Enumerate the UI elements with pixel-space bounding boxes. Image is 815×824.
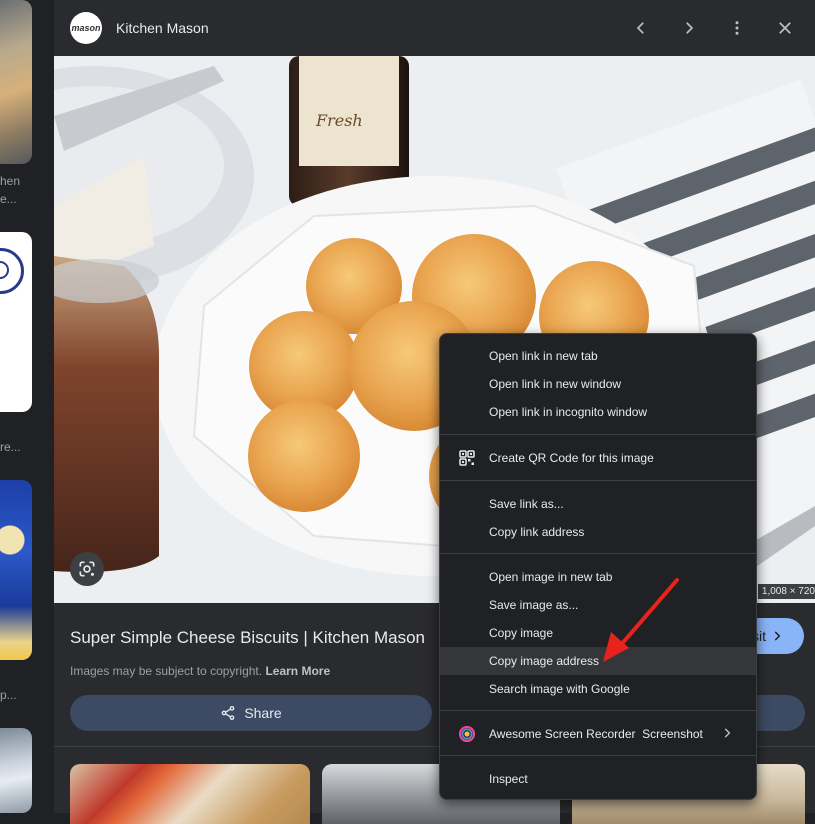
result-thumbnail[interactable] bbox=[0, 480, 32, 660]
more-vert-icon bbox=[735, 21, 739, 35]
result-caption: e... bbox=[0, 192, 17, 206]
menu-item-copy-image[interactable]: Copy image bbox=[440, 619, 756, 647]
result-thumbnail[interactable] bbox=[0, 728, 32, 813]
chevron-right-icon bbox=[774, 631, 781, 641]
share-button[interactable]: Share bbox=[70, 695, 432, 731]
learn-more-link[interactable]: Learn More bbox=[265, 664, 330, 678]
image-dimensions: 1,008 × 720 bbox=[757, 584, 815, 599]
site-icon-text: mason bbox=[71, 23, 101, 33]
menu-item-label: Save link as... bbox=[489, 497, 564, 511]
menu-item-label: Open image in new tab bbox=[489, 570, 613, 584]
result-thumbnail[interactable] bbox=[0, 0, 32, 164]
menu-item-copy-image-address[interactable]: Copy image address bbox=[440, 647, 756, 675]
result-caption: hen bbox=[0, 174, 21, 188]
menu-item-save-image-as[interactable]: Save image as... bbox=[440, 591, 756, 619]
qr-code-icon bbox=[459, 450, 475, 466]
extension-icon bbox=[459, 726, 475, 742]
close-button[interactable] bbox=[771, 14, 799, 42]
share-icon bbox=[221, 706, 235, 720]
result-caption: p... bbox=[0, 688, 17, 702]
menu-item-label: Copy image bbox=[489, 626, 554, 640]
menu-separator bbox=[440, 434, 756, 435]
logo-image bbox=[0, 248, 24, 294]
menu-separator bbox=[440, 755, 756, 756]
menu-item-awesome-screen-recorder[interactable]: Awesome Screen Recorder Screenshot bbox=[440, 720, 756, 748]
menu-item-label: Create QR Code for this image bbox=[489, 451, 654, 465]
menu-item-open-image-new-tab[interactable]: Open image in new tab bbox=[440, 563, 756, 591]
menu-item-label: Open link in incognito window bbox=[489, 405, 648, 419]
close-icon bbox=[779, 22, 791, 34]
copyright-notice: Images may be subject to copyright. Lear… bbox=[70, 664, 330, 678]
menu-separator bbox=[440, 553, 756, 554]
result-title[interactable]: Super Simple Cheese Biscuits | Kitchen M… bbox=[70, 628, 425, 648]
svg-text:Fresh: Fresh bbox=[315, 111, 363, 130]
menu-separator bbox=[440, 480, 756, 481]
menu-item-label: Copy image address bbox=[489, 654, 600, 668]
context-menu: Open link in new tab Open link in new wi… bbox=[439, 333, 757, 800]
menu-item-label: Inspect bbox=[489, 772, 528, 786]
result-caption: re... bbox=[0, 440, 21, 454]
menu-item-copy-link-address[interactable]: Copy link address bbox=[440, 518, 756, 546]
share-label: Share bbox=[244, 705, 282, 721]
related-image-thumbnail[interactable] bbox=[70, 764, 310, 824]
google-lens-button[interactable] bbox=[70, 552, 104, 586]
menu-item-label: Save image as... bbox=[489, 598, 579, 612]
menu-item-inspect[interactable]: Inspect bbox=[440, 765, 756, 793]
menu-item-open-link-new-tab[interactable]: Open link in new tab bbox=[440, 342, 756, 370]
menu-item-label: Open link in new window bbox=[489, 377, 622, 391]
lens-icon bbox=[79, 561, 95, 577]
result-thumbnail[interactable] bbox=[0, 232, 32, 412]
next-button[interactable] bbox=[675, 14, 703, 42]
previous-button[interactable] bbox=[627, 14, 655, 42]
menu-item-label: Search image with Google bbox=[489, 682, 630, 696]
left-results-strip: hen e... re... p... bbox=[0, 0, 54, 813]
menu-item-search-image-google[interactable]: Search image with Google bbox=[440, 675, 756, 703]
copyright-text: Images may be subject to copyright. bbox=[70, 664, 263, 678]
chevron-right-icon bbox=[686, 22, 694, 34]
menu-item-save-link-as[interactable]: Save link as... bbox=[440, 490, 756, 518]
menu-item-label: Copy link address bbox=[489, 525, 585, 539]
site-favicon[interactable]: mason bbox=[70, 12, 102, 44]
site-name[interactable]: Kitchen Mason bbox=[116, 20, 209, 36]
menu-separator bbox=[440, 710, 756, 711]
chevron-right-icon bbox=[724, 728, 731, 738]
menu-item-open-link-new-window[interactable]: Open link in new window bbox=[440, 370, 756, 398]
menu-item-open-link-incognito[interactable]: Open link in incognito window bbox=[440, 398, 756, 426]
menu-item-label: Open link in new tab bbox=[489, 349, 598, 363]
chevron-left-icon bbox=[636, 22, 644, 34]
menu-item-create-qr-code[interactable]: Create QR Code for this image bbox=[440, 444, 756, 472]
more-options-button[interactable] bbox=[723, 14, 751, 42]
menu-item-label: Awesome Screen Recorder Screenshot bbox=[489, 727, 703, 741]
panel-header: mason Kitchen Mason bbox=[54, 0, 815, 56]
